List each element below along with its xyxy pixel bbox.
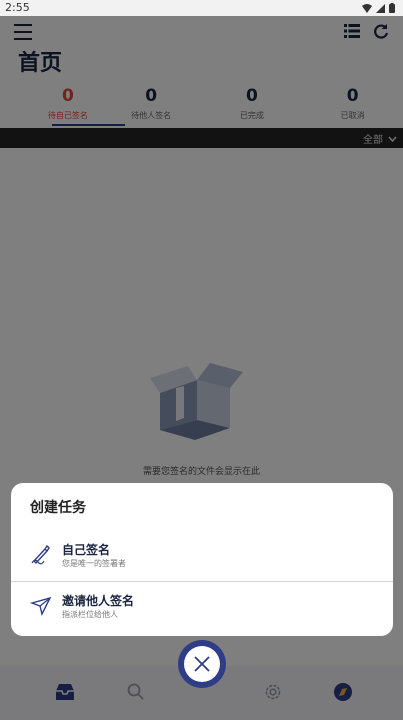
option-subtitle: 指派栏位给他人	[62, 610, 118, 619]
wifi-icon	[362, 3, 372, 13]
status-time: 2:55	[5, 1, 30, 14]
pen-icon	[31, 544, 50, 565]
signal-icon	[376, 3, 385, 13]
option-subtitle: 您是唯一的签署者	[62, 559, 126, 568]
option-title: 邀请他人签名	[62, 594, 135, 608]
close-icon	[194, 656, 210, 672]
paper-plane-icon	[30, 596, 52, 616]
battery-icon	[389, 3, 395, 13]
option-invite-others[interactable]: 邀请他人签名 指派栏位给他人	[11, 581, 393, 629]
close-sheet-button[interactable]	[178, 640, 226, 688]
option-sign-myself[interactable]: 自己签名 您是唯一的签署者	[11, 531, 393, 579]
status-icons	[362, 3, 395, 13]
close-button-face[interactable]	[184, 646, 220, 682]
create-task-sheet: 创建任务 自己签名 您是唯一的签署者 邀请他人签名 指派栏位给他人	[11, 483, 393, 636]
status-bar: 2:55	[0, 0, 403, 16]
option-title: 自己签名	[62, 543, 111, 557]
sheet-title: 创建任务	[30, 500, 86, 516]
